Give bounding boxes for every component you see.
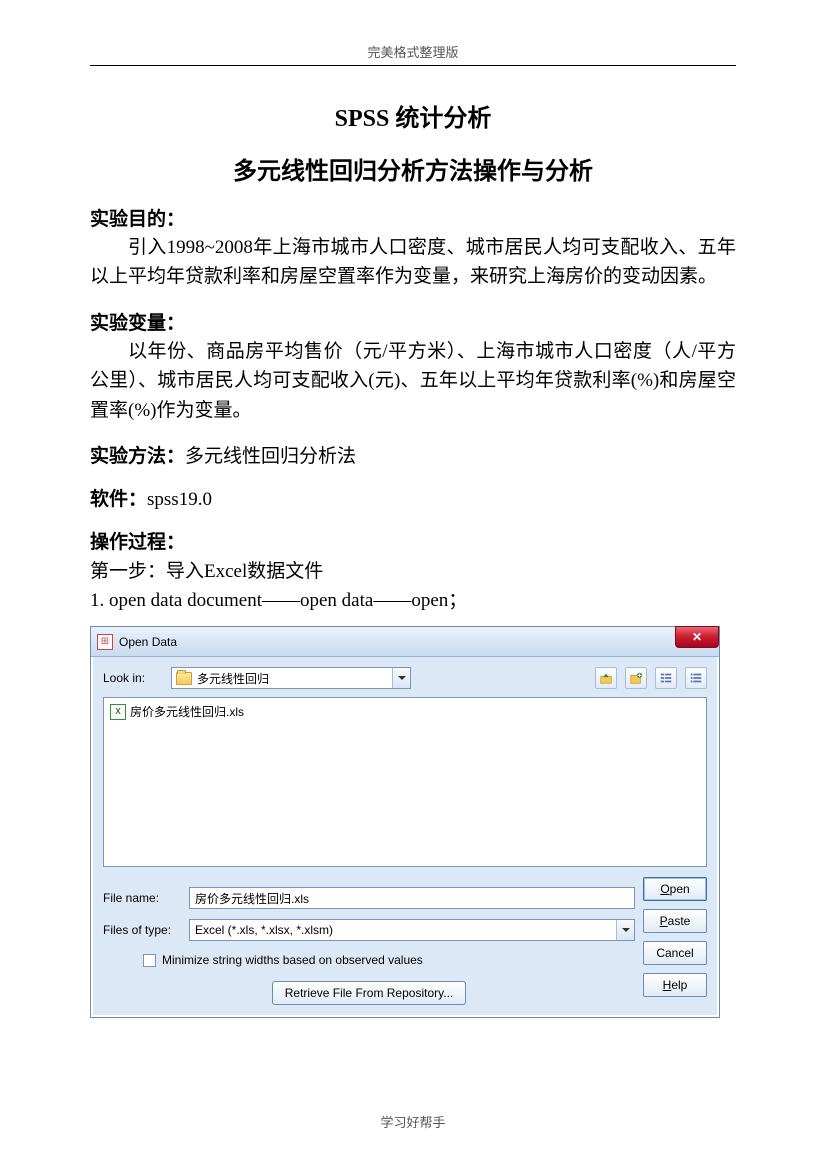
file-item[interactable]: X 房价多元线性回归.xls bbox=[108, 702, 702, 721]
minimize-checkbox[interactable] bbox=[143, 954, 156, 967]
software-row: 软件：spss19.0 bbox=[90, 484, 736, 511]
objective-label: 实验目的： bbox=[90, 204, 736, 231]
objective-text: 引入1998~2008年上海市城市人口密度、城市居民人均可支配收入、五年以上平均… bbox=[90, 233, 736, 292]
button-column: Open Paste Cancel Help bbox=[643, 877, 707, 997]
cancel-button[interactable]: Cancel bbox=[643, 941, 707, 965]
page-header: 完美格式整理版 bbox=[90, 42, 736, 66]
up-folder-button[interactable] bbox=[595, 667, 617, 689]
content-area: SPSS 统计分析 多元线性回归分析方法操作与分析 实验目的： 引入1998~2… bbox=[90, 90, 736, 1018]
method-label: 实验方法： bbox=[90, 446, 185, 467]
dialog-body: Look in: 多元线性回归 bbox=[91, 657, 719, 1017]
filetype-value: Excel (*.xls, *.xlsx, *.xlsm) bbox=[195, 923, 333, 937]
app-icon: ⊞ bbox=[97, 634, 113, 650]
vars-label: 实验变量： bbox=[90, 308, 736, 335]
lookin-value: 多元线性回归 bbox=[197, 670, 269, 687]
filetype-combo[interactable]: Excel (*.xls, *.xlsx, *.xlsm) bbox=[189, 919, 635, 941]
close-button[interactable]: ✕ bbox=[675, 626, 719, 648]
vars-text: 以年份、商品房平均售价（元/平方米）、上海市城市人口密度（人/平方公里）、城市居… bbox=[90, 337, 736, 425]
filename-label: File name: bbox=[103, 891, 181, 905]
open-button[interactable]: Open bbox=[643, 877, 707, 901]
process-step1: 第一步：导入Excel数据文件 bbox=[90, 556, 736, 583]
dialog-bottom: File name: 房价多元线性回归.xls Files of type: E… bbox=[103, 877, 707, 1005]
list-view-button[interactable] bbox=[685, 667, 707, 689]
dialog-titlebar[interactable]: ⊞ Open Data ✕ bbox=[91, 627, 719, 657]
excel-file-icon: X bbox=[110, 704, 126, 720]
help-button[interactable]: Help bbox=[643, 973, 707, 997]
software-label: 软件： bbox=[90, 489, 147, 510]
new-folder-button[interactable] bbox=[625, 667, 647, 689]
chevron-down-icon[interactable] bbox=[392, 668, 410, 688]
filename-input[interactable]: 房价多元线性回归.xls bbox=[189, 887, 635, 909]
doc-title-2: 多元线性回归分析方法操作与分析 bbox=[90, 151, 736, 186]
retrieve-button[interactable]: Retrieve File From Repository... bbox=[272, 981, 467, 1005]
page-footer: 学习好帮手 bbox=[0, 1112, 826, 1131]
filename-value: 房价多元线性回归.xls bbox=[195, 890, 309, 907]
filetype-label: Files of type: bbox=[103, 923, 181, 937]
doc-title-1: SPSS 统计分析 bbox=[90, 98, 736, 133]
file-list[interactable]: X 房价多元线性回归.xls bbox=[103, 697, 707, 867]
close-icon: ✕ bbox=[692, 630, 702, 644]
retrieve-label: Retrieve File From Repository... bbox=[285, 986, 454, 1000]
filename-row: File name: 房价多元线性回归.xls bbox=[103, 887, 635, 909]
lookin-row: Look in: 多元线性回归 bbox=[103, 667, 707, 689]
process-label: 操作过程： bbox=[90, 527, 736, 554]
minimize-label: Minimize string widths based on observed… bbox=[162, 953, 423, 967]
filetype-row: Files of type: Excel (*.xls, *.xlsx, *.x… bbox=[103, 919, 635, 941]
dialog-title: Open Data bbox=[119, 635, 177, 649]
file-item-label: 房价多元线性回归.xls bbox=[130, 703, 244, 720]
open-data-dialog: ⊞ Open Data ✕ Look in: 多元线性回归 bbox=[90, 626, 720, 1018]
method-row: 实验方法：多元线性回归分析法 bbox=[90, 441, 736, 468]
footer-text: 学习好帮手 bbox=[380, 1115, 445, 1130]
left-fields: File name: 房价多元线性回归.xls Files of type: E… bbox=[103, 877, 635, 1005]
method-text: 多元线性回归分析法 bbox=[185, 446, 356, 467]
process-step1-detail: 1. open data document——open data——open； bbox=[90, 585, 736, 612]
chevron-down-icon[interactable] bbox=[616, 920, 634, 940]
lookin-combo[interactable]: 多元线性回归 bbox=[171, 667, 411, 689]
minimize-row: Minimize string widths based on observed… bbox=[143, 953, 635, 967]
retrieve-row: Retrieve File From Repository... bbox=[103, 981, 635, 1005]
header-text: 完美格式整理版 bbox=[367, 45, 458, 60]
header-rule bbox=[90, 65, 736, 66]
software-text: spss19.0 bbox=[147, 489, 212, 510]
paste-button[interactable]: Paste bbox=[643, 909, 707, 933]
details-view-button[interactable] bbox=[655, 667, 677, 689]
lookin-label: Look in: bbox=[103, 671, 163, 685]
folder-icon bbox=[176, 672, 192, 685]
